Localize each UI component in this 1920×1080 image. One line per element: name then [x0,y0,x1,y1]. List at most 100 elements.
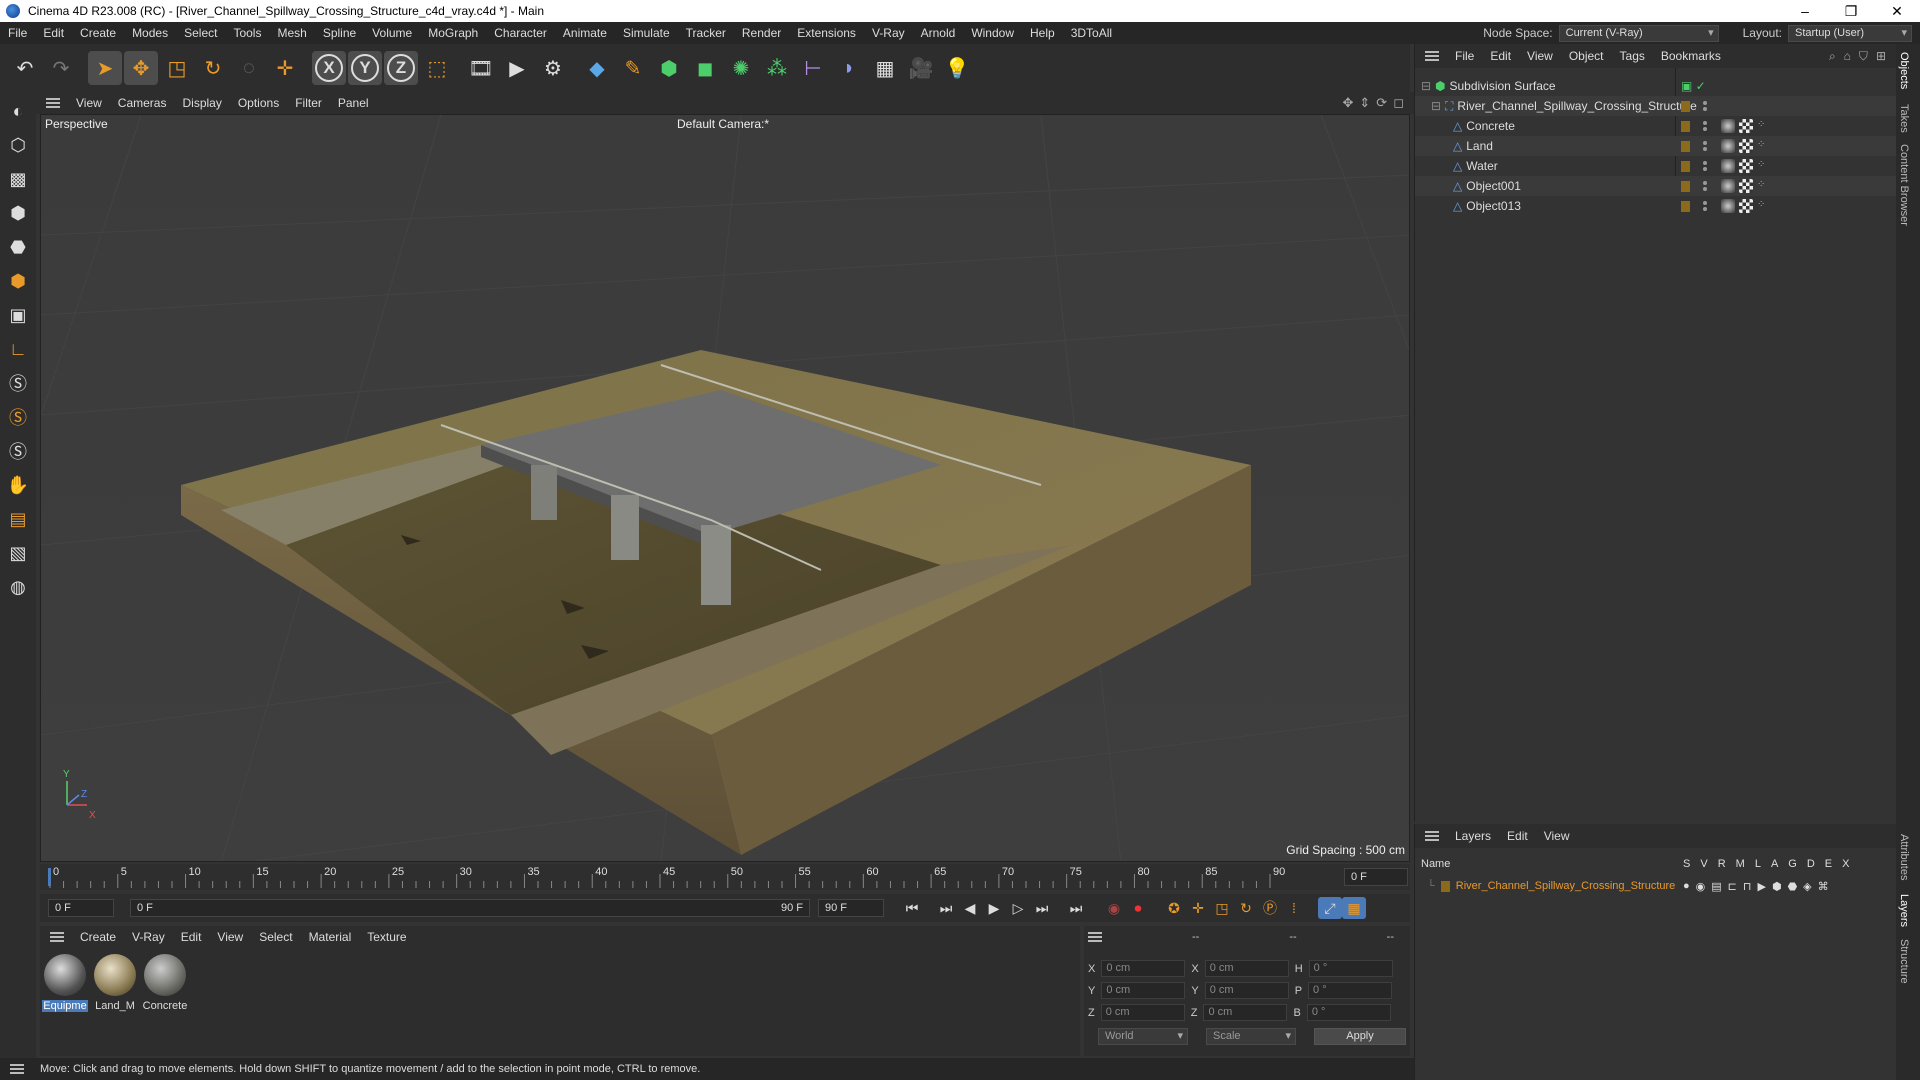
visibility-dots-icon[interactable] [1703,121,1707,131]
menu-animate[interactable]: Animate [555,26,615,40]
material-tag-icon[interactable] [1721,159,1735,173]
menu-extensions[interactable]: Extensions [789,26,864,40]
locked-workplane-icon[interactable]: ▧ [3,538,33,568]
view-toggle-icon[interactable]: ◉ [1696,880,1706,893]
end-frame-field[interactable]: 90 F [818,899,884,917]
menu-tracker[interactable]: Tracker [678,26,734,40]
uvw-tag-icon[interactable] [1739,119,1753,133]
mat-menu-view[interactable]: View [209,930,251,944]
object-menu-icon[interactable] [1425,51,1439,61]
menu-character[interactable]: Character [486,26,555,40]
material-tag-icon[interactable] [1721,139,1735,153]
material-item[interactable]: Concrete [142,954,188,1012]
apply-button[interactable]: Apply [1314,1028,1406,1045]
visibility-dots-icon[interactable] [1703,201,1707,211]
layer-menu-view[interactable]: View [1536,829,1578,843]
timeline-current-frame[interactable]: 0 F [1344,868,1408,886]
obj-menu-object[interactable]: Object [1561,49,1612,63]
toggle-view-icon[interactable]: ◻ [1393,95,1404,111]
polygon-mode-icon[interactable]: ⬢ [3,266,33,296]
mat-menu-texture[interactable]: Texture [359,930,414,944]
tab-content-browser[interactable]: Content Browser [1898,144,1910,226]
xref-toggle-icon[interactable]: ⌘ [1818,880,1829,893]
layer-color-swatch[interactable] [1681,140,1690,152]
material-item[interactable]: Equipme [42,954,88,1012]
coords-menu-icon[interactable] [1088,932,1102,942]
object-row[interactable]: ⊟ ⬢ Subdivision Surface ▣ ✓ [1415,76,1897,96]
field-icon[interactable]: ◗ [832,51,866,85]
rotation-b-field[interactable]: 0 ° [1306,1004,1391,1021]
redo-icon[interactable]: ↷ [44,51,78,85]
viewport-menu-view[interactable]: View [68,96,110,110]
motion-path-icon[interactable]: ⤢ [1318,897,1342,919]
viewport-menu-filter[interactable]: Filter [287,96,330,110]
coord-mode-dropdown[interactable]: World [1098,1028,1188,1045]
home-icon[interactable]: ⌂ [1844,49,1851,64]
layer-color-swatch[interactable] [1681,200,1690,212]
next-key-icon[interactable]: ⏭ [1030,897,1054,919]
menu-create[interactable]: Create [72,26,124,40]
menu-select[interactable]: Select [176,26,225,40]
subdivision-generator-icon[interactable]: ⬢ [652,51,686,85]
y-axis-lock-icon[interactable]: Y [348,51,382,85]
layer-color-swatch[interactable] [1681,180,1690,192]
menu-mesh[interactable]: Mesh [269,26,314,40]
visibility-dots-icon[interactable] [1703,161,1707,171]
deformer-toggle-icon[interactable]: ⬣ [1788,880,1798,893]
pan-view-icon[interactable]: ✥ [1342,95,1353,111]
viewport-menu-panel[interactable]: Panel [330,96,377,110]
render-toggle-icon[interactable]: ▤ [1711,880,1721,893]
layer-row[interactable]: └ River_Channel_Spillway_Crossing_Struct… [1415,876,1897,896]
maximize-button[interactable]: ❐ [1828,3,1874,20]
visibility-check-icon[interactable]: ▣ ✓ [1681,79,1706,93]
object-row[interactable]: △ Land ⁘ [1415,136,1897,156]
layer-menu-icon[interactable] [1425,831,1439,841]
animation-toggle-icon[interactable]: ▶ [1757,880,1765,893]
layer-color-swatch[interactable] [1440,880,1450,892]
workplane-icon[interactable]: ✋ [3,470,33,500]
key-pla-icon[interactable]: ⁞ [1282,897,1306,919]
goto-end-icon[interactable]: ⏭ [1064,897,1088,919]
manager-toggle-icon[interactable]: ⊏ [1728,880,1737,893]
tab-layers[interactable]: Layers [1898,894,1910,927]
object-row[interactable]: △ Object001 ⁘ [1415,176,1897,196]
size-y-field[interactable]: 0 cm [1204,982,1289,999]
mat-menu-create[interactable]: Create [72,930,124,944]
prev-frame-icon[interactable]: ◀ [958,897,982,919]
tab-structure[interactable]: Structure [1898,939,1910,984]
tab-objects[interactable]: Objects [1898,52,1910,89]
menu-mograph[interactable]: MoGraph [420,26,486,40]
menu-spline[interactable]: Spline [315,26,364,40]
coord-scale-dropdown[interactable]: Scale [1206,1028,1296,1045]
obj-menu-view[interactable]: View [1519,49,1561,63]
position-z-field[interactable]: 0 cm [1100,1004,1185,1021]
close-button[interactable]: ✕ [1874,3,1920,20]
undo-icon[interactable]: ↶ [8,51,42,85]
vray-tag-icon[interactable]: ⁘ [1757,159,1771,173]
live-select-icon[interactable]: ◌ [232,51,266,85]
texture-mode-icon[interactable]: ▩ [3,164,33,194]
uvw-tag-icon[interactable] [1739,139,1753,153]
menu-help[interactable]: Help [1022,26,1063,40]
timeline-icon[interactable]: ▦ [1342,897,1366,919]
model-mode-icon[interactable]: ⬡ [3,130,33,160]
move-tool-icon[interactable]: ✥ [124,51,158,85]
play-icon[interactable]: ▶ [982,897,1006,919]
position-x-field[interactable]: 0 cm [1101,960,1186,977]
minimize-button[interactable]: – [1782,3,1828,19]
perspective-viewport[interactable]: Perspective Default Camera:* Y X Z Grid … [40,114,1410,862]
layer-color-swatch[interactable] [1681,120,1690,132]
filter-icon[interactable]: ⛉ [1859,49,1868,64]
material-tag-icon[interactable] [1721,119,1735,133]
pen-spline-icon[interactable]: ✎ [616,51,650,85]
menu-tools[interactable]: Tools [225,26,269,40]
collapse-icon[interactable]: ⊟ [1421,79,1431,93]
visibility-dots-icon[interactable] [1703,101,1707,111]
vray-tag-icon[interactable]: ⁘ [1757,119,1771,133]
menu-file[interactable]: File [0,26,35,40]
search-icon[interactable]: ⌕ [1829,49,1836,64]
prev-key-icon[interactable]: ⏭ [934,897,958,919]
cloner-icon[interactable]: ✺ [724,51,758,85]
menu-window[interactable]: Window [963,26,1022,40]
dolly-view-icon[interactable]: ⇕ [1359,95,1370,111]
